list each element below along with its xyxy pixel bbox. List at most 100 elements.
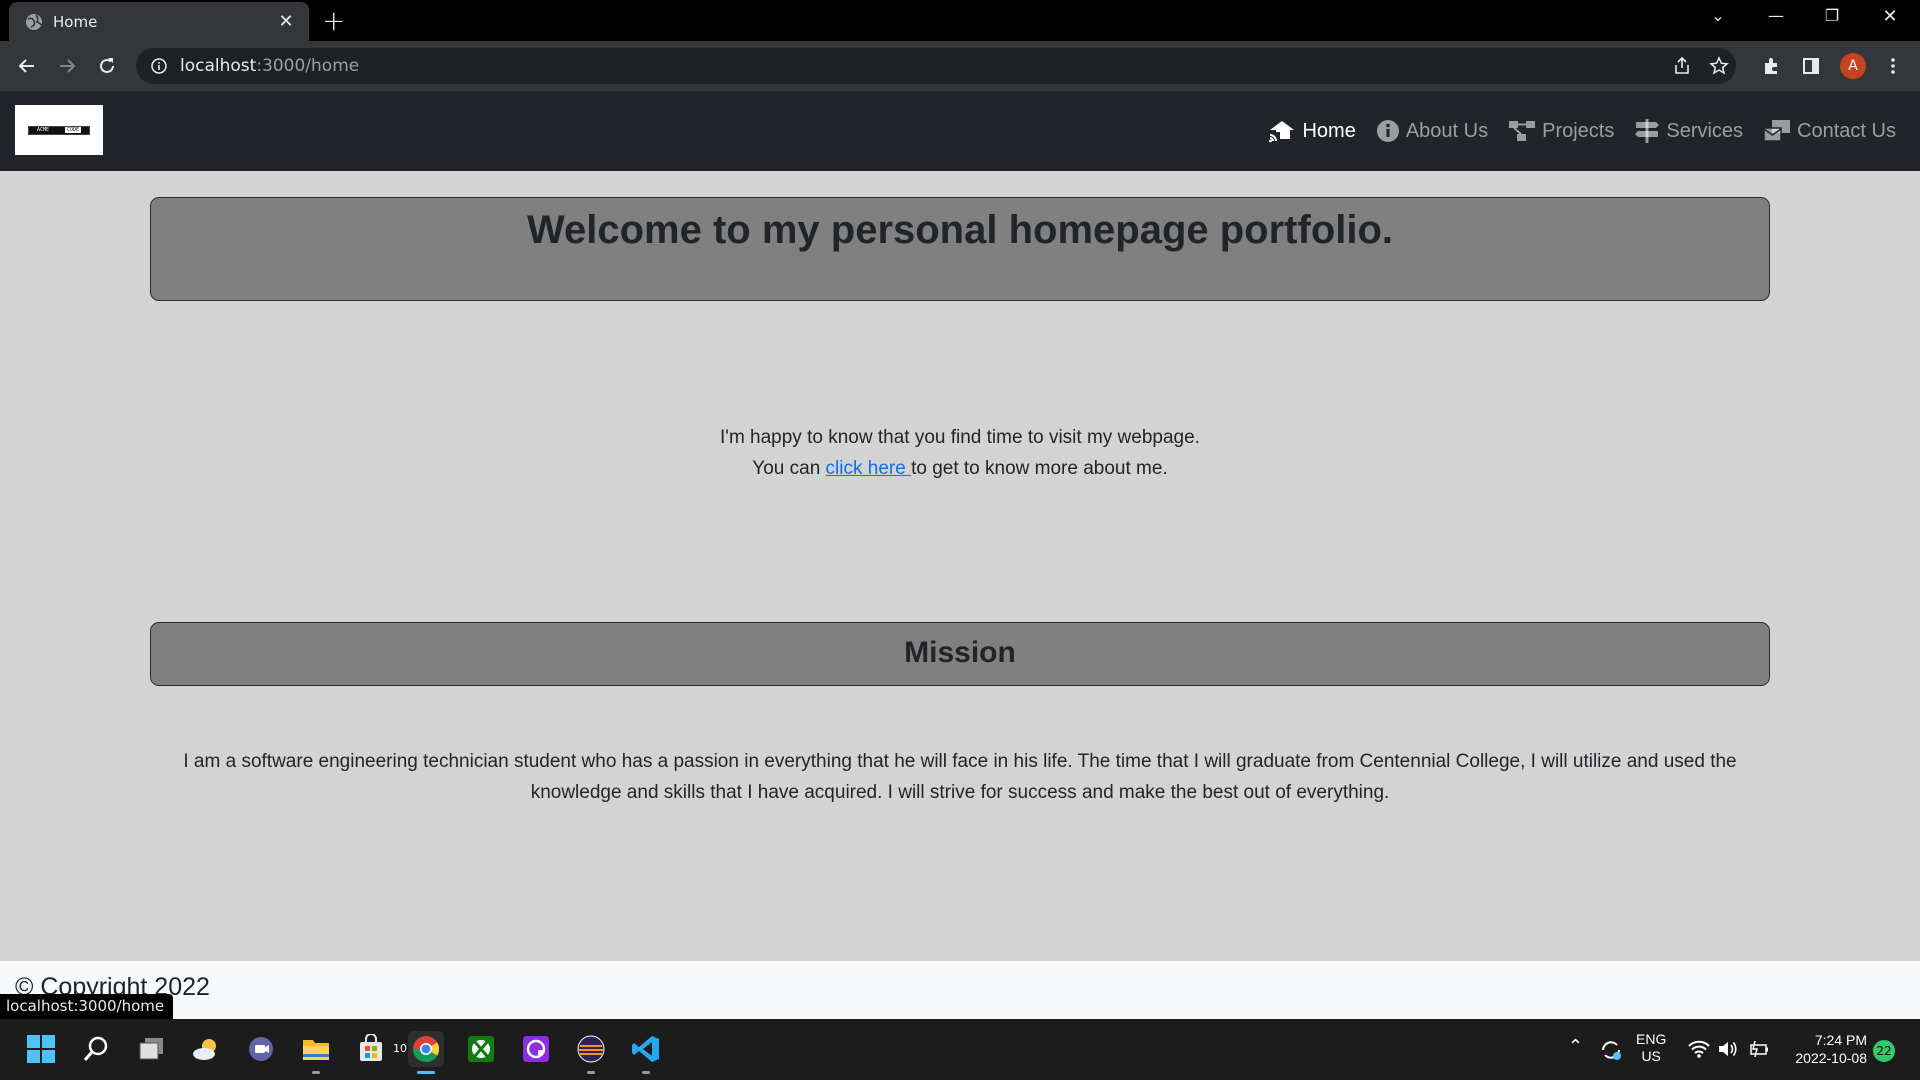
nav-home-label: Home — [1302, 119, 1356, 142]
vscode-icon — [632, 1036, 659, 1062]
bookmark-star-icon[interactable] — [1709, 56, 1729, 76]
forward-button[interactable] — [53, 52, 81, 80]
chat-icon — [249, 1037, 273, 1061]
running-indicator — [642, 1071, 650, 1074]
search-button[interactable] — [78, 1031, 114, 1067]
clock[interactable]: 7:24 PM 2022-10-08 — [1782, 1031, 1867, 1067]
info-icon[interactable] — [150, 57, 168, 75]
intro-line-1: I'm happy to know that you find time to … — [720, 427, 1200, 448]
page-viewport: ACME CODE Home About Us Projects Service… — [0, 91, 1920, 1019]
folder-icon — [303, 1040, 329, 1060]
clock-time: 7:24 PM — [1814, 1032, 1867, 1048]
intro-paragraph: I'm happy to know that you find time to … — [150, 422, 1770, 484]
xbox-icon — [468, 1036, 494, 1062]
nav-projects-label: Projects — [1542, 119, 1615, 142]
battery-charging-icon[interactable] — [1748, 1039, 1770, 1059]
start-button[interactable] — [23, 1031, 59, 1067]
browser-menu-button[interactable] — [1879, 52, 1907, 80]
file-explorer-button[interactable] — [298, 1031, 334, 1074]
back-button[interactable] — [13, 52, 41, 80]
project-diagram-icon — [1509, 121, 1536, 141]
chrome-icon — [412, 1036, 440, 1063]
mission-paragraph: I am a software engineering technician s… — [183, 751, 1737, 803]
weather-widget[interactable]: 10° — [188, 1031, 413, 1067]
browser-toolbar: localhost:3000/home A — [0, 41, 1920, 91]
about-me-link[interactable]: click here — [826, 458, 912, 479]
task-view-button[interactable] — [133, 1031, 169, 1067]
wifi-icon[interactable] — [1688, 1039, 1710, 1059]
eclipse-icon — [577, 1035, 605, 1063]
share-icon[interactable] — [1672, 56, 1692, 76]
link-status-bubble: localhost:3000/home — [0, 994, 174, 1019]
active-indicator — [417, 1071, 435, 1074]
running-indicator — [587, 1071, 595, 1074]
windows-logo-icon — [27, 1035, 55, 1063]
nav-contact-us-label: Contact Us — [1797, 119, 1896, 142]
teams-chat-button[interactable] — [243, 1031, 279, 1067]
notification-badge[interactable]: 22 — [1873, 1040, 1895, 1062]
browser-tab-strip: Home ✕ + ⌄ — ❐ ✕ — [0, 0, 1920, 41]
arrow-right-icon — [60, 59, 76, 73]
search-icon — [83, 1036, 108, 1061]
side-panel-icon — [1803, 58, 1819, 74]
site-footer: © Copyright 2022 — [0, 961, 1920, 1019]
running-indicator — [312, 1071, 320, 1074]
volume-icon[interactable] — [1717, 1039, 1739, 1059]
close-tab-icon[interactable]: ✕ — [275, 11, 297, 32]
nav-about-us-label: About Us — [1405, 119, 1489, 142]
windows-taskbar: 10° ⌃ ENG US 7:24 PM 2022-10-08 22 — [0, 1019, 1920, 1080]
kebab-menu-icon — [1891, 58, 1895, 74]
close-window-button[interactable]: ✕ — [1868, 6, 1912, 27]
task-view-icon — [139, 1038, 163, 1060]
chrome-taskbar-button[interactable] — [408, 1031, 444, 1074]
cloudy-weather-icon — [193, 1039, 216, 1060]
sync-icon[interactable] — [1599, 1038, 1623, 1062]
vscode-button[interactable] — [628, 1031, 664, 1074]
house-signal-icon — [1269, 121, 1295, 143]
show-hidden-icons-chevron-up-icon[interactable]: ⌃ — [1568, 1036, 1583, 1057]
restore-button[interactable]: ❐ — [1810, 6, 1854, 25]
nav-links: Home About Us Projects Services Contact … — [1248, 91, 1896, 171]
eclipse-button[interactable] — [573, 1031, 609, 1074]
globe-icon — [26, 13, 42, 30]
language-code: ENG — [1636, 1031, 1667, 1047]
logo-mark: ACME CODE — [28, 125, 90, 135]
language-indicator[interactable]: ENG US — [1636, 1031, 1666, 1065]
mail-bulk-icon — [1763, 120, 1791, 142]
nav-services[interactable]: Services — [1634, 118, 1743, 144]
profile-avatar[interactable]: A — [1840, 53, 1866, 79]
info-circle-icon — [1376, 120, 1399, 142]
tab-title: Home — [53, 12, 98, 31]
browser-tab-home[interactable]: Home ✕ — [9, 2, 309, 41]
reload-button[interactable] — [93, 52, 121, 80]
nav-home[interactable]: Home — [1268, 119, 1356, 143]
side-panel-button[interactable] — [1797, 52, 1825, 80]
microsoft-store-button[interactable] — [353, 1031, 389, 1067]
nav-services-label: Services — [1666, 119, 1744, 142]
puzzle-icon — [1765, 58, 1777, 74]
site-navbar: ACME CODE Home About Us Projects Service… — [0, 91, 1920, 171]
store-bag-icon — [360, 1034, 382, 1061]
address-bar[interactable]: localhost:3000/home — [136, 48, 1736, 84]
site-logo[interactable]: ACME CODE — [15, 105, 103, 155]
nav-about-us[interactable]: About Us — [1376, 119, 1488, 143]
new-tab-button[interactable]: + — [322, 7, 345, 35]
extensions-button[interactable] — [1758, 52, 1786, 80]
nav-projects[interactable]: Projects — [1508, 119, 1614, 143]
mission-heading: Mission — [150, 622, 1770, 686]
arrow-left-icon — [18, 59, 34, 73]
reload-icon — [100, 58, 114, 73]
tab-search-icon[interactable]: ⌄ — [1696, 6, 1740, 25]
xbox-button[interactable] — [463, 1031, 499, 1067]
signs-post-icon — [1635, 119, 1660, 143]
intro-prefix: You can — [752, 458, 826, 479]
app-icon — [523, 1036, 549, 1062]
welcome-heading: Welcome to my personal homepage portfoli… — [150, 197, 1770, 301]
app-launcher-button[interactable] — [518, 1031, 554, 1067]
nav-contact-us[interactable]: Contact Us — [1763, 119, 1896, 143]
minimize-button[interactable]: — — [1754, 6, 1798, 25]
intro-line-2: You can click here to get to know more a… — [150, 453, 1770, 484]
logo-text-1: ACME — [36, 127, 50, 133]
clock-date: 2022-10-08 — [1795, 1050, 1867, 1066]
url-path: :3000/home — [256, 56, 360, 76]
